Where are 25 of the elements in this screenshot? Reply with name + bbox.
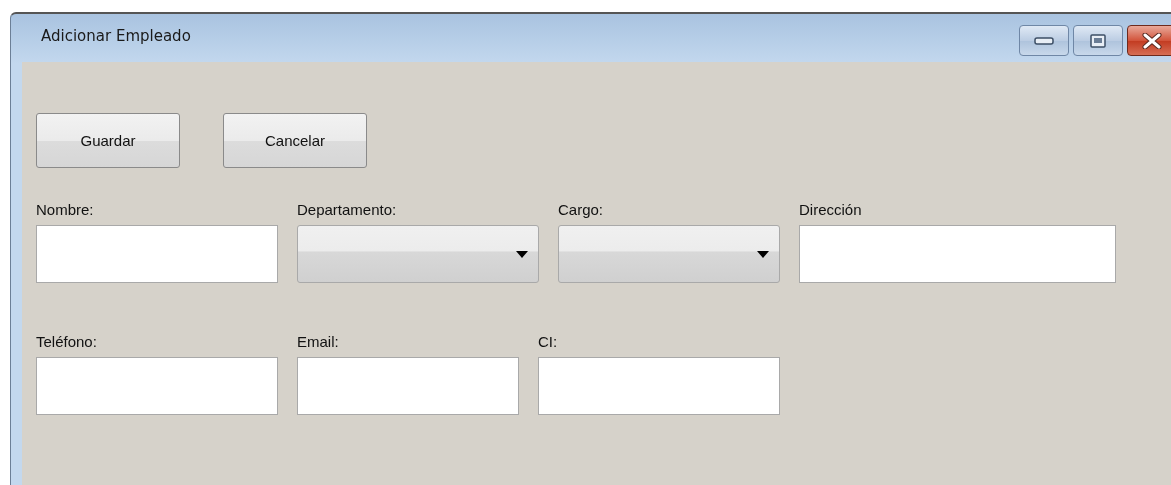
input-field[interactable] [36,225,278,283]
input-field[interactable] [297,357,519,415]
dropdown-field[interactable] [558,225,780,283]
caret-icon [516,250,528,258]
field-label: Email: [297,333,340,351]
action-button[interactable]: Cancelar [223,113,367,168]
close-button[interactable] [1127,25,1171,56]
field-label: Nombre: [36,201,95,219]
input-field[interactable] [36,357,278,415]
dropdown-field[interactable] [297,225,539,283]
field-label: Cargo: [558,201,605,219]
minimize-icon [1034,36,1054,45]
minimize-button[interactable] [1019,25,1069,56]
field-label: Teléfono: [36,333,98,351]
close-icon [1142,32,1162,49]
maximize-icon [1090,33,1106,48]
field-label: Departamento: [297,201,398,219]
input-field[interactable] [538,357,780,415]
input-field[interactable] [799,225,1116,283]
field-label: CI: [538,333,559,351]
field-label: Dirección [799,201,863,219]
maximize-button[interactable] [1073,25,1123,56]
caret-icon [757,250,769,258]
action-button[interactable]: Guardar [36,113,180,168]
window-title: Adicionar Empleado [41,27,191,45]
